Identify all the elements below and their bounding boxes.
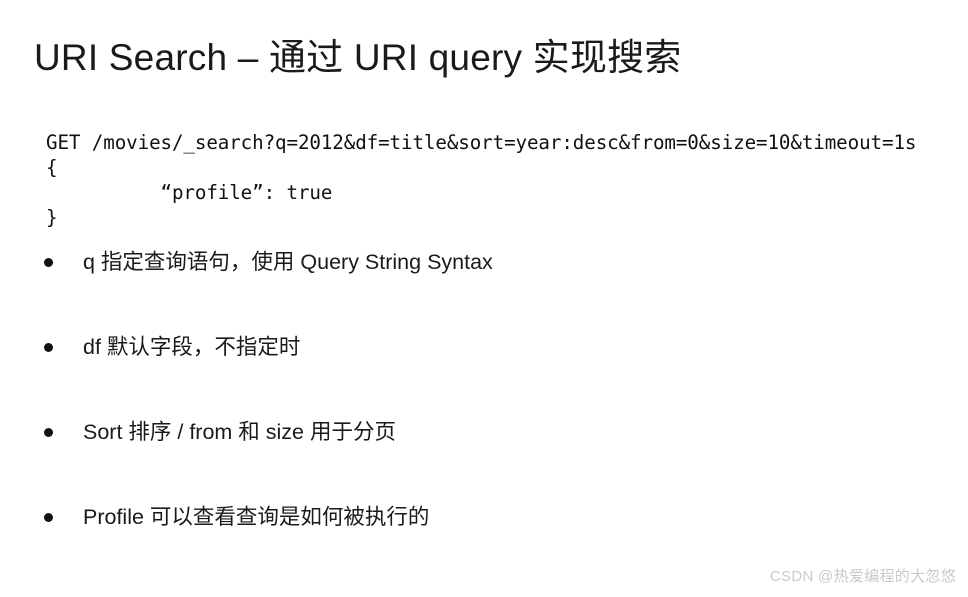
watermark: CSDN @热爱编程的大忽悠 [769, 568, 956, 585]
code-line: } [46, 206, 58, 230]
code-block: GET /movies/_search?q=2012&df=title&sort… [46, 130, 916, 230]
page-title: URI Search – 通过 URI query 实现搜索 [34, 36, 682, 78]
list-item: Sort 排序 / from 和 size 用于分页 [0, 417, 968, 502]
list-item-label: df 默认字段，不指定时 [83, 335, 301, 359]
list-item: q 指定查询语句，使用 Query String Syntax [0, 247, 968, 332]
slide-canvas: URI Search – 通过 URI query 实现搜索 GET /movi… [0, 0, 968, 597]
bullet-dot-icon [44, 343, 53, 352]
bullet-dot-icon [44, 258, 53, 267]
bullet-list: q 指定查询语句，使用 Query String Syntax df 默认字段，… [0, 247, 968, 587]
bullet-dot-icon [44, 513, 53, 522]
code-line: GET /movies/_search?q=2012&df=title&sort… [46, 131, 917, 155]
list-item-label: Profile 可以查看查询是如何被执行的 [83, 505, 430, 529]
code-line: { [46, 156, 58, 180]
list-item-label: Sort 排序 / from 和 size 用于分页 [83, 420, 396, 444]
code-line: “profile”: true [46, 181, 333, 205]
list-item-label: q 指定查询语句，使用 Query String Syntax [83, 250, 493, 274]
bullet-dot-icon [44, 428, 53, 437]
list-item: df 默认字段，不指定时 [0, 332, 968, 417]
